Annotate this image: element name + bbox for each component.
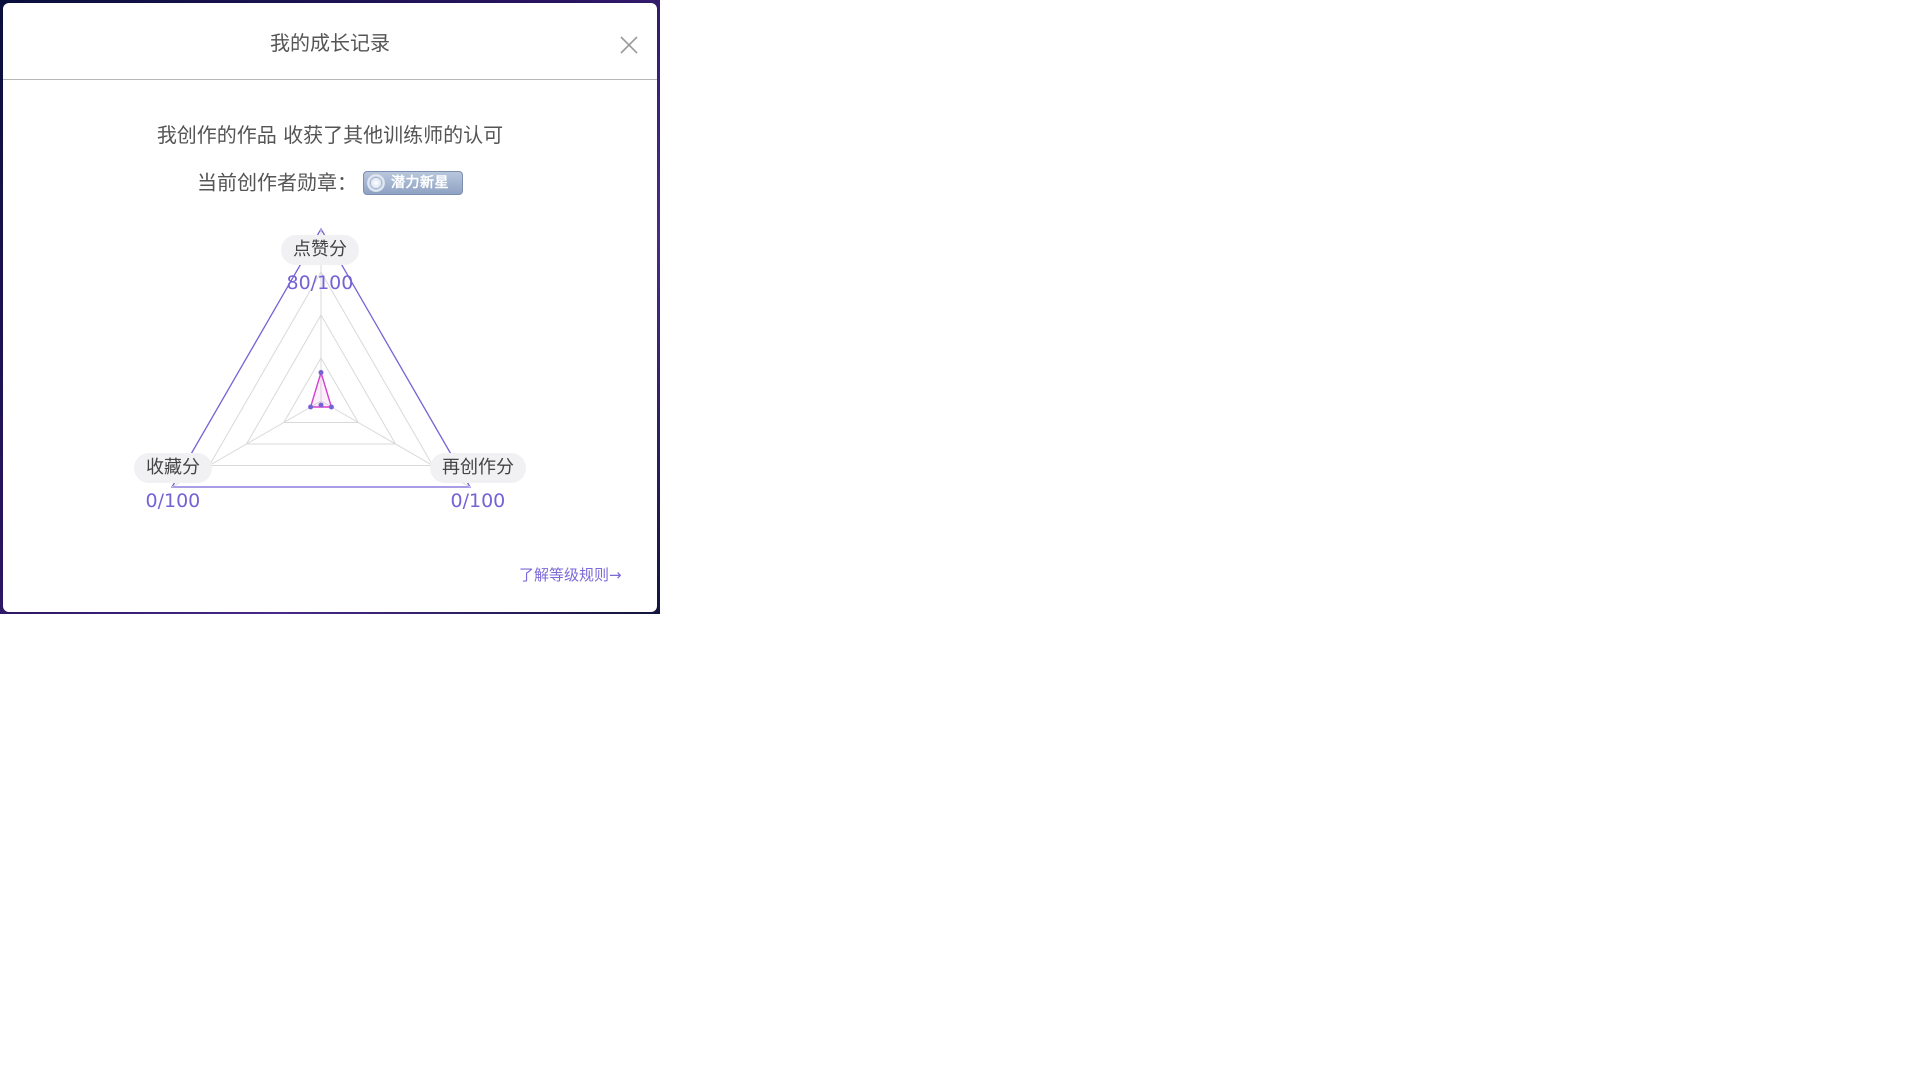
radar-center-point bbox=[318, 402, 324, 408]
close-button[interactable] bbox=[617, 33, 641, 57]
creator-badge: 潜力新星 bbox=[363, 170, 463, 195]
close-icon bbox=[620, 36, 638, 54]
axis-label-remix: 再创作分 bbox=[430, 453, 526, 483]
radar-data bbox=[308, 370, 334, 410]
radar-chart bbox=[170, 227, 472, 488]
medal-icon bbox=[367, 173, 385, 192]
creator-badge-name: 潜力新星 bbox=[391, 174, 449, 191]
radar-outer-ring bbox=[170, 227, 472, 488]
creator-badge-label: 当前创作者勋章： bbox=[197, 170, 357, 195]
growth-record-dialog: 我的成长记录 我创作的作品 收获了其他训练师的认可 当前创作者勋章： 潜力新星 点… bbox=[3, 3, 657, 612]
creator-badge-row: 当前创作者勋章： 潜力新星 bbox=[3, 166, 657, 196]
radar-data-point-2 bbox=[308, 404, 314, 410]
level-rules-link[interactable]: 了解等级规则→ bbox=[519, 565, 622, 585]
radar-grid-ring-3 bbox=[208, 270, 434, 466]
axis-label-favorites: 收藏分 bbox=[134, 453, 212, 483]
radar-grid-ring-1 bbox=[282, 356, 360, 423]
radar-data-point-0 bbox=[318, 370, 324, 375]
radar-grid bbox=[170, 227, 472, 488]
dialog-title: 我的成长记录 bbox=[270, 31, 390, 55]
radar-grid-ring-2 bbox=[245, 314, 397, 445]
dialog-header: 我的成长记录 bbox=[3, 3, 657, 80]
dialog-subtitle: 我创作的作品 收获了其他训练师的认可 bbox=[156, 123, 504, 147]
axis-score-favorites: 0/100 bbox=[145, 490, 201, 512]
radar-data-polygon bbox=[309, 370, 333, 408]
axis-score-likes: 80/100 bbox=[286, 272, 354, 294]
axis-label-likes: 点赞分 bbox=[281, 235, 359, 265]
axis-score-remix: 0/100 bbox=[450, 490, 506, 512]
radar-data-point-1 bbox=[328, 404, 334, 410]
